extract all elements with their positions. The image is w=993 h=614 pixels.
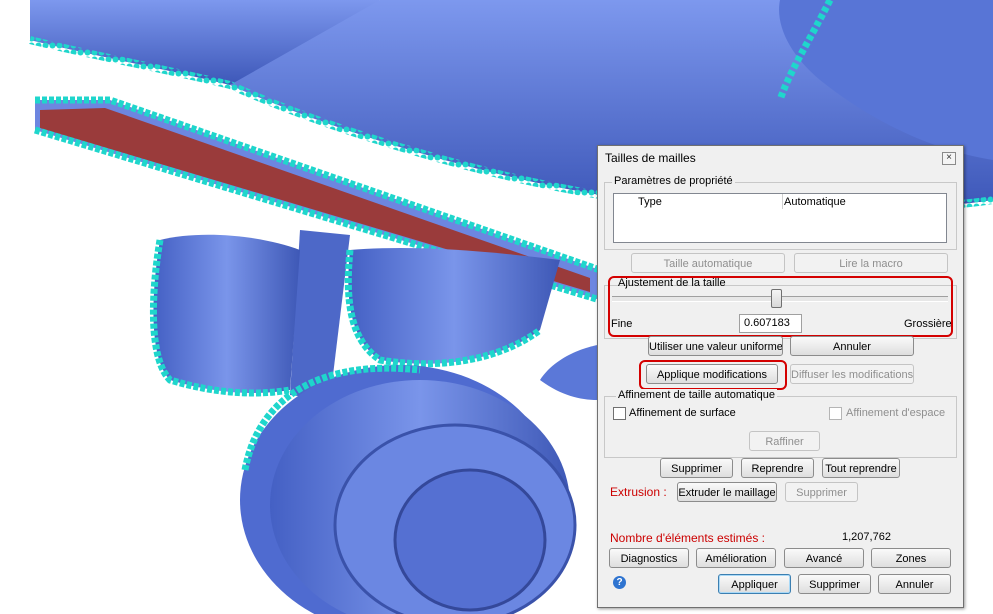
col-divider (782, 194, 783, 209)
footer-delete-button[interactable]: Supprimer (798, 574, 871, 594)
wheel-hub (393, 468, 547, 612)
apply-button[interactable]: Appliquer (718, 574, 791, 594)
uniform-value-button[interactable]: Utiliser une valeur uniforme (648, 336, 783, 356)
extrude-mesh-button[interactable]: Extruder le maillage (677, 482, 777, 502)
advanced-button[interactable]: Avancé (784, 548, 864, 568)
extrusion-label: Extrusion : (610, 485, 667, 499)
space-refine-label: Affinement d'espace (846, 407, 946, 419)
property-table[interactable]: Type Automatique (613, 193, 947, 243)
cancel-size-button[interactable]: Annuler (790, 336, 914, 356)
col-type-header: Type (638, 196, 662, 208)
size-adjust-legend: Ajustement de la taille (618, 277, 726, 289)
label-coarse: Grossière (904, 318, 952, 330)
auto-size-button[interactable]: Taille automatique (631, 253, 785, 273)
zones-button[interactable]: Zones (871, 548, 951, 568)
footer-cancel-button[interactable]: Annuler (878, 574, 951, 594)
surface-refine-checkbox[interactable] (613, 407, 626, 420)
dialog-title: Tailles de mailles (605, 151, 696, 165)
space-refine-checkbox[interactable] (829, 407, 842, 420)
spread-changes-button[interactable]: Diffuser les modifications (790, 364, 914, 384)
label-fine: Fine (611, 318, 633, 330)
redo-all-button[interactable]: Tout reprendre (822, 458, 900, 478)
pod-left (153, 234, 300, 393)
close-icon[interactable]: × (942, 152, 956, 165)
refine-button[interactable]: Raffiner (749, 431, 820, 451)
rear-wheel (540, 345, 598, 400)
help-icon[interactable]: ? (613, 576, 626, 589)
improvement-button[interactable]: Amélioration (696, 548, 776, 568)
estimate-value: 1,207,762 (842, 531, 891, 543)
surface-refine-label: Affinement de surface (629, 407, 736, 419)
mesh-sizes-dialog: Tailles de mailles × Paramètres de propr… (597, 145, 964, 608)
apply-changes-button[interactable]: Applique modifications (646, 364, 778, 384)
extrusion-delete-button[interactable]: Supprimer (785, 482, 858, 502)
delete-button[interactable]: Supprimer (660, 458, 733, 478)
refine-legend: Affinement de taille automatique (616, 389, 777, 401)
diagnostics-button[interactable]: Diagnostics (609, 548, 689, 568)
read-macro-button[interactable]: Lire la macro (794, 253, 948, 273)
col-value-header: Automatique (784, 196, 846, 208)
pod-right (348, 248, 560, 364)
size-value-field[interactable]: 0.607183 (739, 314, 802, 333)
estimate-label: Nombre d'éléments estimés : (610, 531, 766, 545)
property-params-legend: Paramètres de propriété (612, 175, 735, 187)
redo-button[interactable]: Reprendre (741, 458, 814, 478)
slider-thumb[interactable] (771, 289, 782, 308)
